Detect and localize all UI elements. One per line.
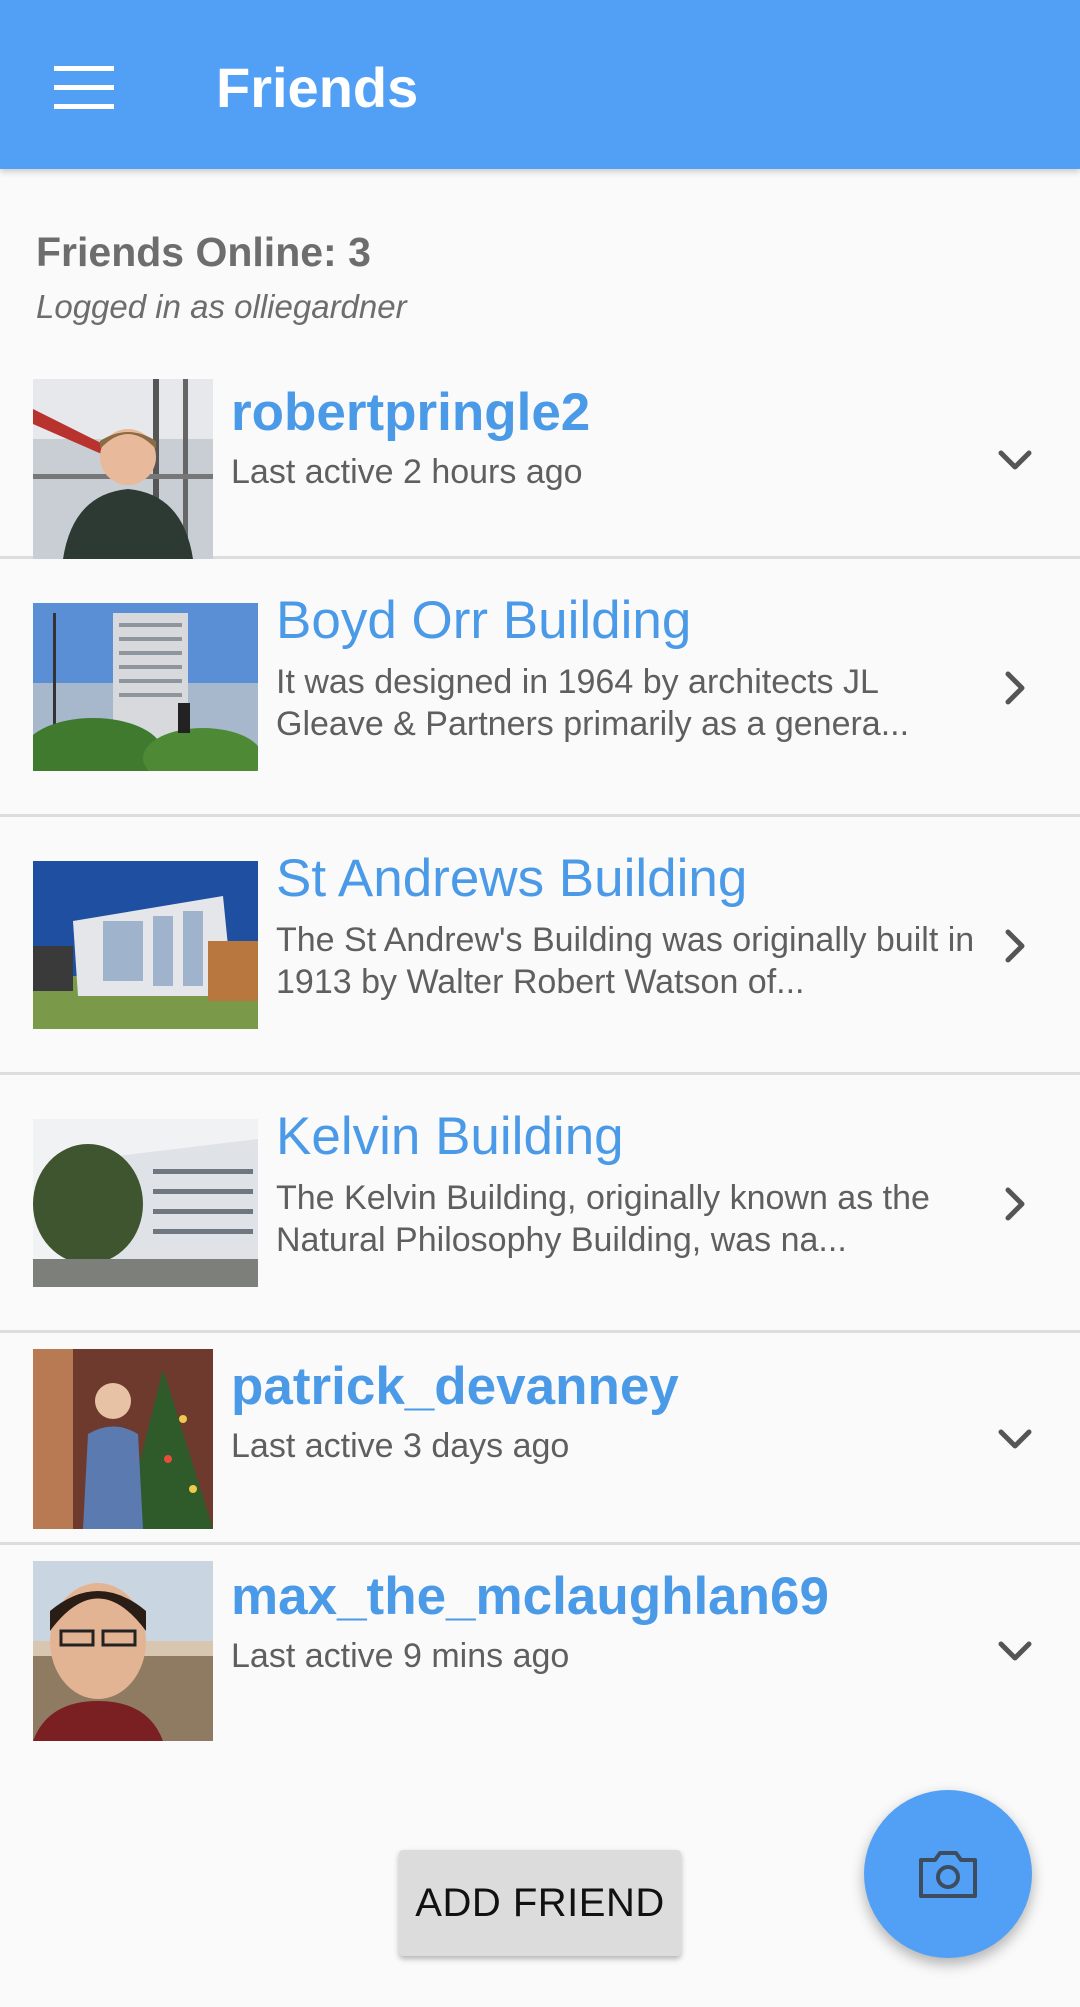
chevron-down-icon[interactable] [985, 1409, 1045, 1469]
friend-row[interactable]: robertpringle2 Last active 2 hours ago [0, 365, 1080, 559]
chevron-right-icon[interactable] [985, 658, 1045, 718]
friend-last-active: Last active 9 mins ago [231, 1637, 570, 1675]
camera-fab-button[interactable] [864, 1790, 1032, 1958]
place-description: The Kelvin Building, originally known as… [276, 1179, 930, 1259]
place-description: It was designed in 1964 by architects JL… [276, 663, 910, 743]
place-row[interactable]: Kelvin Building The Kelvin Building, ori… [0, 1075, 1080, 1333]
friend-name[interactable]: max_the_mclaughlan69 [231, 1565, 829, 1629]
place-thumbnail [33, 1119, 258, 1287]
place-row[interactable]: Boyd Orr Building It was designed in 196… [0, 559, 1080, 817]
friend-avatar [33, 1349, 213, 1529]
chevron-right-icon[interactable] [985, 916, 1045, 976]
friend-name[interactable]: robertpringle2 [231, 381, 590, 445]
chevron-right-icon[interactable] [985, 1174, 1045, 1234]
friend-name[interactable]: patrick_devanney [231, 1355, 679, 1419]
friend-avatar [33, 1561, 213, 1741]
page-title: Friends [216, 56, 419, 119]
friends-online-count: Friends Online: 3 [36, 229, 371, 275]
place-name[interactable]: St Andrews Building [276, 847, 747, 911]
friend-row[interactable]: patrick_devanney Last active 3 days ago [0, 1333, 1080, 1545]
add-friend-button[interactable]: ADD FRIEND [399, 1850, 681, 1956]
friend-last-active: Last active 2 hours ago [231, 453, 583, 491]
chevron-down-icon[interactable] [985, 430, 1045, 490]
place-description: The St Andrew's Building was originally … [276, 921, 975, 1001]
friend-avatar [33, 379, 213, 559]
friend-last-active: Last active 3 days ago [231, 1427, 570, 1465]
place-name[interactable]: Kelvin Building [276, 1105, 624, 1169]
chevron-down-icon[interactable] [985, 1621, 1045, 1681]
camera-icon [919, 1851, 977, 1898]
place-name[interactable]: Boyd Orr Building [276, 589, 691, 653]
friend-row[interactable]: max_the_mclaughlan69 Last active 9 mins … [0, 1545, 1080, 1757]
logged-in-label: Logged in as olliegardner [36, 288, 407, 325]
hamburger-menu-icon[interactable] [40, 44, 128, 132]
app-bar: Friends [0, 0, 1080, 169]
place-row[interactable]: St Andrews Building The St Andrew's Buil… [0, 817, 1080, 1075]
place-thumbnail [33, 603, 258, 771]
place-thumbnail [33, 861, 258, 1029]
